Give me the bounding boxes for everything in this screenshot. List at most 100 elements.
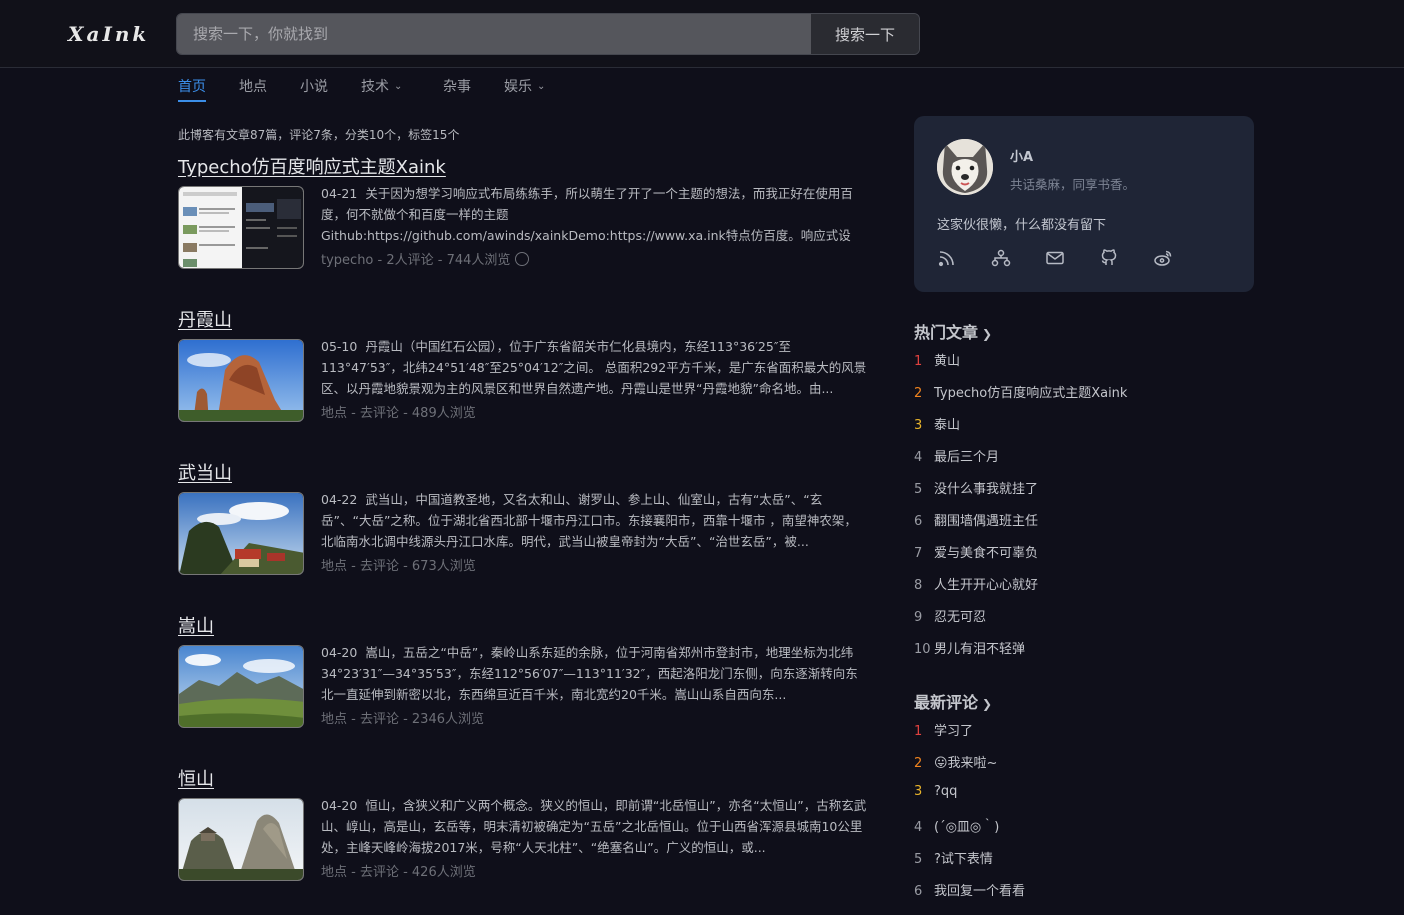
rss-icon[interactable]	[937, 248, 957, 268]
hot-post-item[interactable]: 9 忍无可忍	[914, 606, 986, 626]
post-excerpt-text: 丹霞山（中国红石公园），位于广东省韶关市仁化县境内，东经113°36′25″至1…	[321, 339, 867, 396]
nav-item-label: 技术	[361, 79, 389, 95]
github-icon[interactable]	[1099, 248, 1119, 268]
avatar[interactable]	[937, 139, 993, 195]
nav-item-2[interactable]: 小说	[300, 76, 328, 100]
comment-text: 我回复一个看看	[934, 884, 1026, 899]
hot-post-text: Typecho仿百度响应式主题Xaink	[934, 386, 1128, 401]
post-meta: 地点 - 去评论 - 426人浏览	[321, 861, 476, 880]
hot-post-item[interactable]: 7 爱与美食不可辜负	[914, 542, 1038, 562]
comment-text: 😛我来啦~	[934, 756, 998, 771]
post-thumbnail[interactable]	[178, 798, 304, 881]
post-title[interactable]: 嵩山	[178, 612, 214, 638]
post-meta: 地点 - 去评论 - 489人浏览	[321, 402, 476, 421]
hot-post-text: 翻围墙偶遇班主任	[934, 514, 1039, 529]
comment-item[interactable]: 3 ?qq	[914, 784, 957, 804]
post-date: 04-21	[321, 186, 358, 201]
post-excerpt-text: 武当山，中国道教圣地，又名太和山、谢罗山、参上山、仙室山，古有“太岳”、“玄岳”…	[321, 492, 857, 549]
hot-post-text: 没什么事我就挂了	[934, 482, 1039, 497]
post-title[interactable]: 武当山	[178, 459, 232, 485]
chevron-down-icon: ⌄	[394, 81, 403, 92]
post-meta: 地点 - 去评论 - 2346人浏览	[321, 708, 484, 727]
rank-number: 1	[914, 354, 923, 369]
post-thumbnail[interactable]	[178, 186, 304, 269]
rank-number: 3	[914, 418, 923, 433]
rank-number: 10	[914, 642, 931, 657]
post-item: 武当山 04-22 武当山，中国道教圣地，又名太和山、谢罗山、参上山、仙室山，古有“…	[178, 459, 868, 609]
hot-post-item[interactable]: 10 男儿有泪不轻弹	[914, 638, 1025, 658]
rank-number: 9	[914, 610, 923, 625]
rank-number: 4	[914, 450, 923, 465]
chevron-down-icon: ⌄	[537, 81, 546, 92]
comment-item[interactable]: 5 ?试下表情	[914, 848, 993, 868]
rank-number: 2	[914, 756, 923, 771]
comment-item[interactable]: 6 我回复一个看看	[914, 880, 1025, 900]
post-date: 04-20	[321, 645, 358, 660]
hot-post-text: 黄山	[934, 354, 961, 369]
post-meta: typecho - 2人评论 - 744人浏览	[321, 249, 530, 268]
rank-number: 5	[914, 852, 923, 867]
hot-post-text: 忍无可忍	[934, 610, 987, 625]
post-excerpt: 04-20 恒山，含狭义和广义两个概念。狭义的恒山，即前谓“北岳恒山”，亦名“太恒…	[321, 795, 867, 859]
post-thumbnail[interactable]	[178, 645, 304, 728]
hot-post-item[interactable]: 5 没什么事我就挂了	[914, 478, 1038, 498]
nav-item-5[interactable]: 娱乐 ⌄	[504, 76, 545, 100]
hot-post-text: 爱与美食不可辜负	[934, 546, 1039, 561]
site-logo[interactable]: XaInk	[68, 22, 152, 48]
post-item: 丹霞山 05-10 丹霞山（中国红石公园），位于广东省韶关市仁化县境内，东经113°…	[178, 306, 868, 456]
hot-post-item[interactable]: 6 翻围墙偶遇班主任	[914, 510, 1038, 530]
hot-post-item[interactable]: 1 黄山	[914, 350, 960, 370]
blog-stats: 此博客有文章87篇，评论7条，分类10个，标签15个	[178, 128, 460, 142]
post-excerpt-text: 关于因为想学习响应式布局练练手，所以萌生了开了一个主题的想法，而我正好在使用百度…	[321, 186, 853, 243]
hot-post-item[interactable]: 8 人生开开心心就好	[914, 574, 1038, 594]
rank-number: 8	[914, 578, 923, 593]
weibo-icon[interactable]	[1153, 248, 1173, 268]
post-thumbnail[interactable]	[178, 492, 304, 575]
search-button[interactable]: 搜索一下	[811, 14, 919, 54]
rank-number: 6	[914, 514, 923, 529]
profile-card: 小A 共话桑麻，同享书香。 这家伙很懒，什么都没有留下	[914, 116, 1254, 292]
top-bar: XaInk 搜索一下	[0, 0, 1404, 68]
hot-post-item[interactable]: 2 Typecho仿百度响应式主题Xaink	[914, 382, 1127, 402]
chevron-right-icon: ❯	[982, 697, 993, 711]
rank-number: 2	[914, 386, 923, 401]
comment-item[interactable]: 2 😛我来啦~	[914, 752, 997, 772]
nav-item-3[interactable]: 技术 ⌄	[361, 76, 402, 100]
post-date: 04-22	[321, 492, 358, 507]
comment-item[interactable]: 4 (´◎皿◎｀)	[914, 816, 999, 836]
nav-item-4[interactable]: 杂事	[443, 76, 471, 100]
post-title[interactable]: 丹霞山	[178, 306, 232, 332]
nav-item-1[interactable]: 地点	[239, 76, 267, 100]
nav-item-label: 娱乐	[504, 79, 532, 95]
hot-post-item[interactable]: 3 泰山	[914, 414, 960, 434]
search-input[interactable]	[177, 14, 811, 54]
post-thumbnail[interactable]	[178, 339, 304, 422]
post-excerpt: 04-20 嵩山，五岳之“中岳”，秦岭山系东延的余脉，位于河南省郑州市登封市，地理…	[321, 642, 867, 706]
post-item: Typecho仿百度响应式主题Xaink 04-21 关于因为想学习响应式布局练练手…	[178, 153, 868, 303]
hot-post-text: 人生开开心心就好	[934, 578, 1039, 593]
post-meta-text: 地点 - 去评论 - 2346人浏览	[321, 712, 484, 727]
post-title[interactable]: Typecho仿百度响应式主题Xaink	[178, 153, 446, 179]
hot-post-text: 最后三个月	[934, 450, 1000, 465]
hot-posts-title[interactable]: 热门文章 ❯	[914, 319, 992, 343]
post-date: 05-10	[321, 339, 358, 354]
post-meta: 地点 - 去评论 - 673人浏览	[321, 555, 476, 574]
profile-name[interactable]: 小A	[1010, 146, 1033, 165]
nav-item-0[interactable]: 首页	[178, 76, 206, 102]
search-box: 搜索一下	[176, 13, 920, 55]
post-title[interactable]: 恒山	[178, 765, 214, 791]
post-meta-text: 地点 - 去评论 - 426人浏览	[321, 865, 476, 880]
hot-post-text: 泰山	[934, 418, 961, 433]
post-item: 嵩山 04-20 嵩山，五岳之“中岳”，秦岭山系东延的余脉，位于河南省郑州市登封市，…	[178, 612, 868, 762]
rank-number: 6	[914, 884, 923, 899]
hot-post-item[interactable]: 4 最后三个月	[914, 446, 999, 466]
mail-icon[interactable]	[1045, 248, 1065, 268]
nav-item-label: 小说	[300, 79, 328, 95]
latest-comments-title[interactable]: 最新评论 ❯	[914, 689, 992, 713]
post-excerpt-text: 恒山，含狭义和广义两个概念。狭义的恒山，即前谓“北岳恒山”，亦名“太恒山”，古称…	[321, 798, 867, 855]
sitemap-icon[interactable]	[991, 248, 1011, 268]
nav-item-label: 首页	[178, 79, 206, 95]
profile-motto: 共话桑麻，同享书香。	[1010, 177, 1136, 192]
comment-item[interactable]: 1 学习了	[914, 720, 973, 740]
post-excerpt: 04-22 武当山，中国道教圣地，又名太和山、谢罗山、参上山、仙室山，古有“太岳”…	[321, 489, 867, 553]
